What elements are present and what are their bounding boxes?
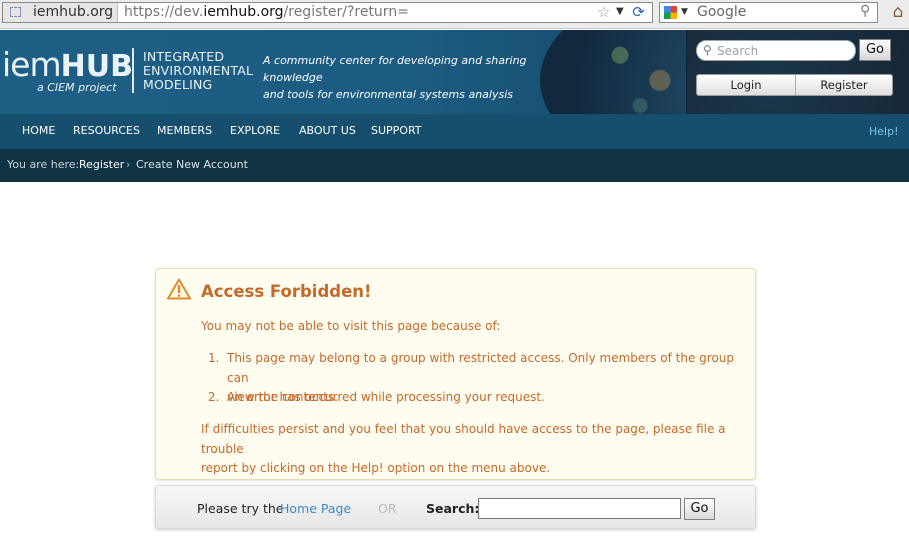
- breadcrumb-item-current: Create New Account: [136, 158, 248, 171]
- url-prefix: https://dev.: [124, 4, 204, 20]
- page-search-input[interactable]: [478, 498, 681, 519]
- breadcrumb-prefix: You are here:: [7, 158, 80, 171]
- access-forbidden-notice: Access Forbidden! You may not be able to…: [155, 268, 756, 480]
- logo-subtitle-line: ENVIRONMENTAL: [143, 63, 254, 78]
- magnifier-icon[interactable]: ⚲: [860, 3, 870, 19]
- warning-icon: [167, 278, 191, 300]
- site-identity-button[interactable]: iemhub.org: [3, 3, 118, 22]
- breadcrumb: You are here: Register › Create New Acco…: [0, 149, 909, 182]
- reason-number: 1.: [208, 351, 220, 365]
- browser-toolbar: iemhub.org https://dev.iemhub.org/regist…: [0, 0, 909, 29]
- nav-item-members[interactable]: MEMBERS: [157, 124, 212, 137]
- google-icon[interactable]: [664, 6, 677, 19]
- try-prefix-text: Please try the: [197, 501, 284, 516]
- notice-title: Access Forbidden!: [201, 282, 372, 301]
- reason-text: An error has occurred while processing y…: [227, 388, 737, 408]
- logo-main-text: iem: [2, 45, 62, 84]
- nav-item-explore[interactable]: EXPLORE: [230, 124, 280, 137]
- site-header: iemHUB a CIEM project INTEGRATED ENVIRON…: [0, 30, 909, 114]
- site-domain: iemhub.org: [33, 4, 114, 20]
- reason-line: An error has occurred while processing y…: [227, 390, 545, 404]
- reason-number: 2.: [208, 390, 220, 404]
- help-link[interactable]: Help!: [869, 125, 899, 138]
- site-search-input[interactable]: [717, 42, 847, 59]
- or-separator: OR: [378, 501, 397, 516]
- url-dropdown-icon[interactable]: ▼: [616, 6, 624, 17]
- page-search-go-button[interactable]: Go: [684, 498, 715, 520]
- breadcrumb-separator: ›: [126, 158, 131, 171]
- reason-line: This page may belong to a group with res…: [227, 351, 735, 385]
- notice-footer-line: report by clicking on the Help! option o…: [201, 461, 551, 475]
- logo-subtitle-line: MODELING: [143, 77, 213, 92]
- nav-item-support[interactable]: SUPPORT: [371, 124, 422, 137]
- engine-dropdown-icon[interactable]: ▼: [681, 7, 688, 17]
- header-tagline: A community center for developing and sh…: [263, 52, 563, 103]
- logo-subtitle-line: INTEGRATED: [143, 49, 225, 64]
- main-nav: HOME RESOURCES MEMBERS EXPLORE ABOUT US …: [0, 114, 909, 149]
- breadcrumb-item-register[interactable]: Register: [79, 158, 124, 171]
- header-tagline-line: and tools for environmental systems anal…: [263, 88, 513, 101]
- home-page-link[interactable]: Home Page: [280, 501, 351, 516]
- account-panel: ⚲ Go Login Register: [686, 30, 909, 114]
- nav-item-about-us[interactable]: ABOUT US: [299, 124, 356, 137]
- url-path: /register/?return=: [283, 4, 409, 20]
- notice-footer-line: If difficulties persist and you feel tha…: [201, 422, 726, 456]
- login-button[interactable]: Login: [697, 75, 796, 95]
- register-button[interactable]: Register: [796, 75, 892, 95]
- logo-hub-text: HUB: [60, 49, 133, 84]
- try-alternatives-box: Please try the Home Page OR Search: Go: [155, 485, 756, 529]
- browser-search-bar[interactable]: ▼ Google ⚲: [659, 2, 878, 23]
- logo-tagline: a CIEM project: [37, 81, 117, 94]
- bookmark-star-icon[interactable]: ☆: [597, 3, 610, 21]
- home-icon[interactable]: ⌂: [889, 2, 907, 22]
- notice-intro: You may not be able to visit this page b…: [201, 319, 501, 333]
- site-logo[interactable]: iemHUB: [2, 47, 133, 85]
- search-engine-placeholder[interactable]: Google: [697, 4, 746, 20]
- header-tagline-line: A community center for developing and sh…: [263, 54, 527, 84]
- url-domain: iemhub.org: [203, 4, 284, 20]
- nav-item-home[interactable]: HOME: [22, 124, 55, 137]
- site-search-box[interactable]: ⚲: [696, 40, 856, 61]
- logo-divider: [132, 48, 134, 93]
- globe-texture: [590, 30, 690, 114]
- logo-subtitle: INTEGRATED ENVIRONMENTAL MODELING: [143, 50, 253, 92]
- nav-item-resources[interactable]: RESOURCES: [73, 124, 140, 137]
- url-bar[interactable]: iemhub.org https://dev.iemhub.org/regist…: [2, 2, 653, 23]
- url-text[interactable]: https://dev.iemhub.org/register/?return=: [124, 4, 409, 20]
- site-icon: [10, 7, 21, 17]
- search-icon: ⚲: [703, 43, 712, 57]
- notice-footer: If difficulties persist and you feel tha…: [201, 420, 746, 479]
- account-buttons: Login Register: [696, 74, 893, 96]
- site-search-go-button[interactable]: Go: [859, 39, 891, 61]
- reload-icon[interactable]: ⟳: [630, 4, 647, 21]
- search-label: Search:: [426, 501, 480, 516]
